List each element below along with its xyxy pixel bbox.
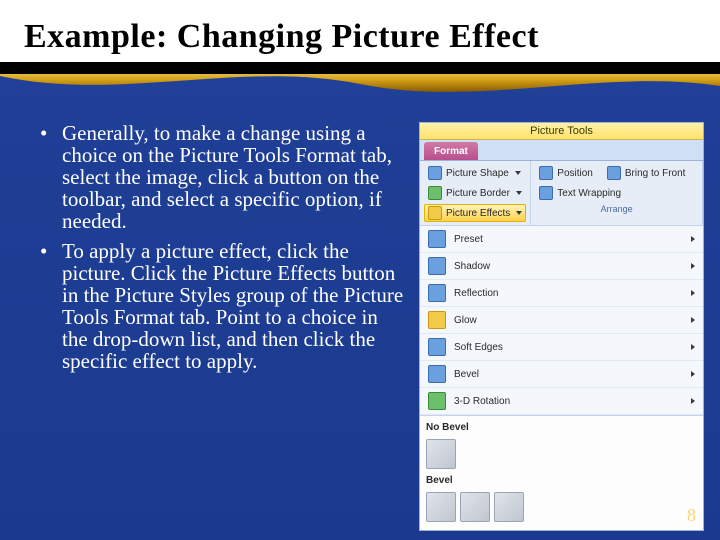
page-number: 8 bbox=[687, 505, 696, 526]
glow-icon bbox=[428, 311, 446, 329]
border-icon bbox=[428, 186, 442, 200]
text-wrapping-button[interactable]: Text Wrapping bbox=[535, 184, 698, 202]
effects-icon bbox=[428, 206, 442, 220]
menu-label: Preset bbox=[454, 234, 483, 245]
position-button[interactable]: Position bbox=[535, 164, 597, 182]
content-area: Generally, to make a change using a choi… bbox=[0, 98, 720, 531]
wrap-icon bbox=[539, 186, 553, 200]
chevron-right-icon bbox=[691, 344, 695, 350]
button-label: Picture Shape bbox=[446, 168, 509, 179]
bevel-submenu: No Bevel Bevel bbox=[420, 415, 703, 530]
bring-to-front-button[interactable]: Bring to Front bbox=[603, 164, 690, 182]
bevel-icon bbox=[428, 365, 446, 383]
ribbon-screenshot: Picture Tools Format Picture Shape bbox=[419, 122, 704, 531]
chevron-right-icon bbox=[691, 398, 695, 404]
slide-title: Example: Changing Picture Effect bbox=[0, 0, 720, 62]
picture-shape-button[interactable]: Picture Shape bbox=[424, 164, 526, 182]
contextual-tab-title: Picture Tools bbox=[420, 123, 703, 140]
tab-format[interactable]: Format bbox=[424, 142, 478, 160]
button-label: Picture Border bbox=[446, 188, 510, 199]
chevron-down-icon bbox=[516, 211, 522, 215]
bevel-swatch[interactable] bbox=[426, 492, 456, 522]
chevron-right-icon bbox=[691, 236, 695, 242]
title-underline bbox=[0, 62, 720, 74]
submenu-header-bevel: Bevel bbox=[424, 473, 699, 490]
tab-strip: Format bbox=[420, 140, 703, 161]
soft-edges-icon bbox=[428, 338, 446, 356]
menu-label: 3-D Rotation bbox=[454, 396, 510, 407]
chevron-down-icon bbox=[516, 191, 522, 195]
chevron-down-icon bbox=[515, 171, 521, 175]
menu-label: Bevel bbox=[454, 369, 479, 380]
menu-label: Shadow bbox=[454, 261, 490, 272]
effect-bevel[interactable]: Bevel bbox=[420, 361, 703, 388]
bullet-item: To apply a picture effect, click the pic… bbox=[40, 240, 405, 372]
group-label: Arrange bbox=[535, 204, 698, 214]
picture-effects-button[interactable]: Picture Effects bbox=[424, 204, 526, 222]
picture-effects-menu: Preset Shadow Reflection bbox=[420, 225, 703, 415]
button-label: Text Wrapping bbox=[557, 188, 621, 199]
bullet-list: Generally, to make a change using a choi… bbox=[40, 122, 405, 531]
effect-preset[interactable]: Preset bbox=[420, 226, 703, 253]
ribbon: Picture Tools Format Picture Shape bbox=[419, 122, 704, 531]
slide: Example: Changing Picture Effect General… bbox=[0, 0, 720, 540]
effect-soft-edges[interactable]: Soft Edges bbox=[420, 334, 703, 361]
shape-icon bbox=[428, 166, 442, 180]
reflection-icon bbox=[428, 284, 446, 302]
bevel-swatch[interactable] bbox=[494, 492, 524, 522]
effect-3d-rotation[interactable]: 3-D Rotation bbox=[420, 388, 703, 415]
shadow-icon bbox=[428, 257, 446, 275]
picture-border-button[interactable]: Picture Border bbox=[424, 184, 526, 202]
rotation-icon bbox=[428, 392, 446, 410]
button-label: Position bbox=[557, 168, 593, 179]
submenu-header-no-bevel: No Bevel bbox=[424, 420, 699, 437]
menu-label: Soft Edges bbox=[454, 342, 503, 353]
effect-reflection[interactable]: Reflection bbox=[420, 280, 703, 307]
gold-swash bbox=[0, 74, 720, 98]
chevron-right-icon bbox=[691, 263, 695, 269]
bevel-swatch[interactable] bbox=[426, 439, 456, 469]
menu-label: Reflection bbox=[454, 288, 498, 299]
button-label: Bring to Front bbox=[625, 168, 686, 179]
preset-icon bbox=[428, 230, 446, 248]
effect-shadow[interactable]: Shadow bbox=[420, 253, 703, 280]
arrange-group: Position Bring to Front Text Wrapping bbox=[531, 161, 703, 225]
effect-glow[interactable]: Glow bbox=[420, 307, 703, 334]
ribbon-groups: Picture Shape Picture Border Picture Eff bbox=[420, 161, 703, 225]
chevron-right-icon bbox=[691, 290, 695, 296]
position-icon bbox=[539, 166, 553, 180]
chevron-right-icon bbox=[691, 371, 695, 377]
bullet-item: Generally, to make a change using a choi… bbox=[40, 122, 405, 232]
bevel-swatch[interactable] bbox=[460, 492, 490, 522]
menu-label: Glow bbox=[454, 315, 477, 326]
chevron-right-icon bbox=[691, 317, 695, 323]
picture-styles-group: Picture Shape Picture Border Picture Eff bbox=[420, 161, 531, 225]
button-label: Picture Effects bbox=[446, 208, 510, 219]
front-icon bbox=[607, 166, 621, 180]
